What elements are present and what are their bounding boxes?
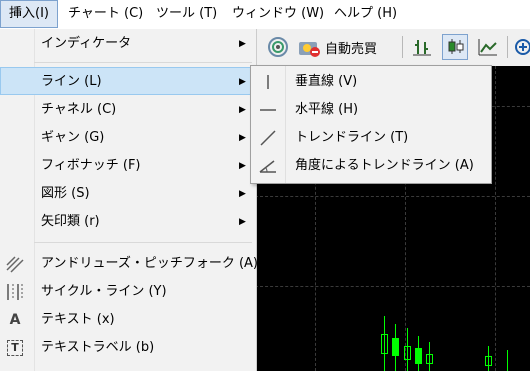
- text-label-icon: T: [5, 338, 25, 358]
- menu-item-andrews-pitchfork[interactable]: アンドリューズ・ピッチフォーク (A): [0, 250, 258, 278]
- submenu-item-label: トレンドライン (T): [295, 130, 409, 145]
- cycle-lines-icon: [5, 282, 25, 302]
- menu-item-text[interactable]: A テキスト (x): [0, 306, 255, 334]
- bar-chart-icon: [413, 40, 431, 56]
- text-icon: A: [9, 312, 21, 328]
- line-submenu: 垂直線 (V) 水平線 (H) トレンドライン (T) 角度によるトレンドライン…: [250, 65, 492, 184]
- toolbar-separator: [402, 36, 403, 58]
- candlestick-button[interactable]: [442, 34, 468, 60]
- submenu-item-angle-trendline[interactable]: 角度によるトレンドライン (A): [251, 152, 491, 180]
- autotrade-label: 自動売買: [325, 41, 378, 57]
- insert-menu: インディケータ ▶ ライン (L) ▶ チャネル (C) ▶ ギャン (G) ▶…: [0, 29, 258, 371]
- submenu-arrow-icon: ▶: [239, 189, 246, 199]
- menu-item-label: フィボナッチ (F): [41, 158, 141, 173]
- submenu-item-vertical-line[interactable]: 垂直線 (V): [251, 68, 491, 96]
- submenu-arrow-icon: ▶: [239, 161, 246, 171]
- line-chart-icon: [478, 39, 497, 56]
- submenu-item-horizontal-line[interactable]: 水平線 (H): [251, 96, 491, 124]
- submenu-item-trendline[interactable]: トレンドライン (T): [251, 124, 491, 152]
- grid-line: [255, 196, 530, 197]
- menu-item-indicators[interactable]: インディケータ ▶: [0, 30, 255, 58]
- candle: [485, 356, 492, 366]
- menu-item-label: チャネル (C): [41, 102, 117, 117]
- menu-item-text-label[interactable]: T テキストラベル (b): [0, 334, 255, 362]
- candle: [392, 338, 399, 356]
- menu-item-label: アンドリューズ・ピッチフォーク (A): [41, 256, 258, 271]
- menu-insert[interactable]: 挿入(I): [0, 0, 58, 28]
- vertical-line-icon: [258, 72, 278, 92]
- menu-item-label: ライン (L): [41, 74, 102, 89]
- menu-item-label: サイクル・ライン (Y): [41, 284, 167, 299]
- submenu-arrow-icon: ▶: [239, 39, 246, 49]
- submenu-arrow-icon: ▶: [239, 217, 246, 227]
- grid-line: [255, 286, 530, 287]
- menu-item-fibonacci[interactable]: フィボナッチ (F) ▶: [0, 152, 255, 180]
- menu-item-label: テキストラベル (b): [41, 340, 155, 355]
- menu-item-label: ギャン (G): [41, 130, 105, 145]
- submenu-item-label: 水平線 (H): [295, 102, 359, 117]
- toolbar-separator: [507, 36, 508, 58]
- submenu-arrow-icon: ▶: [239, 105, 246, 115]
- autotrade-icon: [299, 42, 320, 57]
- menu-item-channels[interactable]: チャネル (C) ▶: [0, 96, 255, 124]
- menu-item-label: 矢印類 (r): [41, 214, 100, 229]
- toolbar: 自動売買: [255, 30, 530, 64]
- candle: [507, 350, 508, 371]
- horizontal-line-icon: [258, 100, 278, 120]
- signal-icon: [268, 37, 288, 57]
- menu-item-label: インディケータ: [41, 36, 132, 51]
- menu-item-arrows[interactable]: 矢印類 (r) ▶: [0, 208, 255, 236]
- submenu-item-label: 角度によるトレンドライン (A): [295, 158, 474, 173]
- submenu-arrow-icon: ▶: [239, 77, 246, 87]
- candle: [415, 348, 422, 364]
- grid-line: [495, 66, 496, 371]
- zoom-in-icon: [515, 39, 530, 55]
- signals-button[interactable]: [265, 34, 291, 60]
- candle: [426, 354, 433, 364]
- candle: [381, 334, 388, 354]
- menu-item-lines[interactable]: ライン (L) ▶: [0, 67, 255, 95]
- menu-help[interactable]: ヘルプ (H): [326, 0, 405, 28]
- menu-item-label: テキスト (x): [41, 312, 115, 327]
- menu-item-gann[interactable]: ギャン (G) ▶: [0, 124, 255, 152]
- menu-chart[interactable]: チャート (C): [60, 0, 151, 28]
- menu-separator: [34, 62, 252, 63]
- menu-window[interactable]: ウィンドウ (W): [224, 0, 332, 28]
- menu-separator: [34, 242, 252, 243]
- trendline-icon: [258, 128, 278, 148]
- candlestick-icon: [448, 39, 464, 54]
- menu-bar: 挿入(I) チャート (C) ツール (T) ウィンドウ (W) ヘルプ (H): [0, 0, 530, 29]
- menu-item-cycle-lines[interactable]: サイクル・ライン (Y): [0, 278, 255, 306]
- bar-chart-button[interactable]: [409, 34, 435, 60]
- pitchfork-icon: [5, 254, 25, 274]
- submenu-arrow-icon: ▶: [239, 133, 246, 143]
- submenu-item-label: 垂直線 (V): [295, 74, 358, 89]
- menu-tools[interactable]: ツール (T): [148, 0, 225, 28]
- zoom-in-button[interactable]: [513, 34, 530, 60]
- line-chart-button[interactable]: [475, 34, 501, 60]
- menu-item-shapes[interactable]: 図形 (S) ▶: [0, 180, 255, 208]
- autotrade-button[interactable]: 自動売買: [297, 34, 401, 60]
- candle: [404, 346, 411, 360]
- angle-trendline-icon: [258, 156, 278, 176]
- menu-item-label: 図形 (S): [41, 186, 90, 201]
